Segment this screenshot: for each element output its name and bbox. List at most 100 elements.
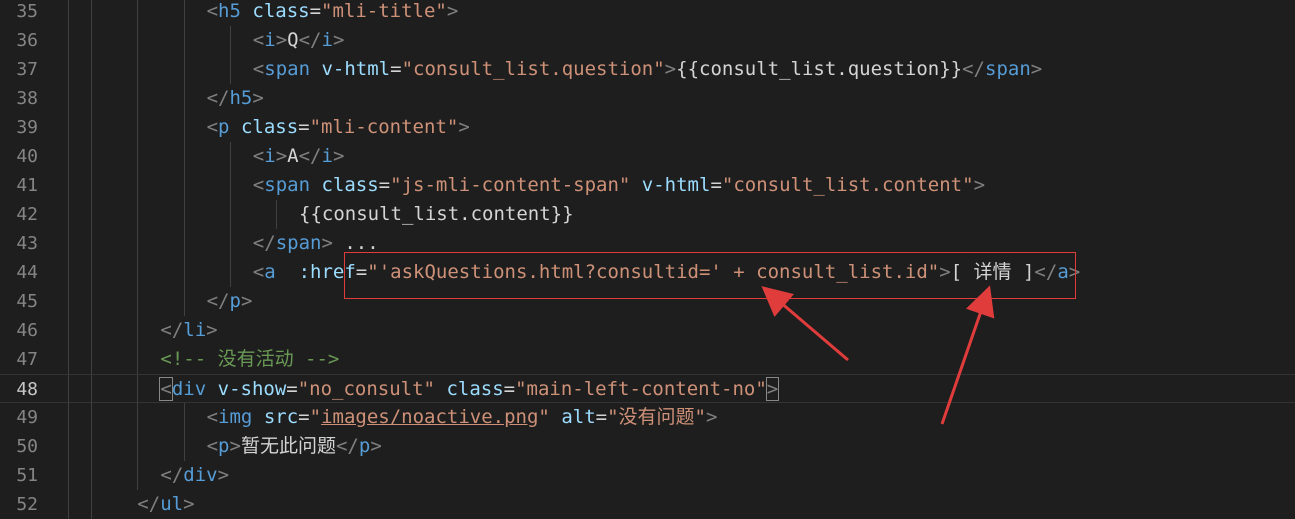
code-token: 暂无此问题 [240, 435, 336, 457]
indent-guide [229, 171, 231, 200]
code-token: > [446, 0, 459, 22]
code-line[interactable]: 41 <span class="js-mli-content-span" v-ht… [0, 171, 1295, 200]
code-token: < [252, 174, 265, 196]
indent-guide [137, 403, 139, 432]
code-token: = [286, 378, 298, 400]
indent-guide [68, 316, 69, 345]
code-line[interactable]: 38 </h5> [0, 84, 1295, 113]
indent-guide [137, 316, 139, 345]
code-token: ul [160, 493, 184, 515]
code-token: </ [962, 58, 985, 80]
indent-guide [91, 403, 93, 432]
indent-guide [68, 0, 69, 26]
code-token: > [332, 29, 345, 51]
line-number: 42 [16, 204, 38, 225]
code-line[interactable]: 36 <i>Q</i> [0, 26, 1295, 55]
indent-guide [137, 113, 139, 142]
code-token: ... [332, 232, 379, 254]
code-token: alt [561, 406, 596, 428]
code-token: v-html [641, 174, 711, 196]
code-line[interactable]: 49 <img src="images/noactive.png" alt="没有… [0, 403, 1295, 432]
highlight-box [344, 252, 1076, 299]
code-token: = [503, 378, 516, 400]
indent-guide [229, 142, 231, 171]
line-number: 45 [16, 291, 38, 312]
line-number: 44 [16, 262, 38, 283]
code-token: p [358, 435, 371, 457]
code-text: <img src="images/noactive.png" alt="没有问题… [207, 403, 718, 432]
indent-guide [68, 375, 69, 404]
code-line[interactable]: 35 <h5 class="mli-title"> [0, 0, 1295, 26]
code-token: "consult_list.question" [401, 58, 665, 80]
code-token: "main-left-content-no" [515, 378, 767, 400]
code-token: < [252, 29, 265, 51]
code-token: h5 [218, 0, 241, 22]
code-token: < [252, 261, 265, 283]
code-line[interactable]: 50 <p>暂无此问题</p> [0, 432, 1295, 461]
code-line[interactable]: 51 </div> [0, 461, 1295, 490]
line-number: 40 [16, 146, 38, 167]
indent-guide [68, 26, 69, 55]
code-text: <div v-show="no_consult" class="main-lef… [159, 375, 780, 404]
indent-guide [91, 461, 93, 490]
code-token: i [321, 145, 333, 167]
code-token: span [275, 232, 322, 254]
code-token: "consult_list.content" [721, 174, 974, 196]
code-line[interactable]: 39 <p class="mli-content"> [0, 113, 1295, 142]
code-line[interactable]: 42 {{consult_list.content}} [0, 200, 1295, 229]
code-line[interactable]: 48 <div v-show="no_consult" class="main-l… [0, 374, 1295, 404]
indent-guide [137, 461, 139, 490]
code-token: < [206, 116, 219, 138]
indent-guide [91, 84, 93, 113]
code-token: p [229, 290, 241, 312]
line-number: 46 [16, 320, 38, 341]
code-token: > [206, 319, 218, 341]
indent-guide [137, 229, 139, 258]
indent-guide [137, 55, 139, 84]
code-token: class [252, 0, 310, 22]
code-token: src [263, 406, 299, 428]
code-token: </ [206, 290, 230, 312]
code-token: a [264, 261, 276, 283]
code-token: > [705, 406, 718, 428]
indent-guide [137, 0, 139, 26]
code-token: = [378, 174, 391, 196]
indent-guide [91, 26, 93, 55]
indent-guide [275, 200, 277, 229]
code-line[interactable]: 40 <i>A</i> [0, 142, 1295, 171]
code-token: = [298, 406, 310, 428]
code-token: > [229, 435, 241, 457]
code-token: > [183, 493, 195, 515]
indent-guide [68, 113, 69, 142]
code-line[interactable]: 47 <!-- 没有活动 --> [0, 345, 1295, 374]
code-text: </div> [160, 461, 229, 490]
indent-guide [183, 84, 185, 113]
code-token: </ [160, 319, 184, 341]
code-token: < [206, 435, 219, 457]
indent-guide [68, 200, 69, 229]
code-line[interactable]: 46 </li> [0, 316, 1295, 345]
code-token: span [264, 58, 311, 80]
code-text: </p> [207, 287, 253, 316]
indent-guide [91, 0, 93, 26]
indent-guide [137, 142, 139, 171]
code-text: <p>暂无此问题</p> [207, 432, 382, 461]
code-text: <p class="mli-content"> [207, 113, 470, 142]
code-token: = [390, 58, 402, 80]
code-token: img [218, 406, 253, 428]
code-token: > [275, 29, 288, 51]
code-token: v-html [321, 58, 391, 80]
indent-guide [68, 55, 69, 84]
code-token: </ [298, 145, 322, 167]
code-token: > [664, 58, 677, 80]
code-token: = [298, 116, 310, 138]
code-token: span [264, 174, 311, 196]
code-token: > [252, 87, 264, 109]
indent-guide [91, 375, 93, 404]
code-line[interactable]: 37 <span v-html="consult_list.question">{… [0, 55, 1295, 84]
